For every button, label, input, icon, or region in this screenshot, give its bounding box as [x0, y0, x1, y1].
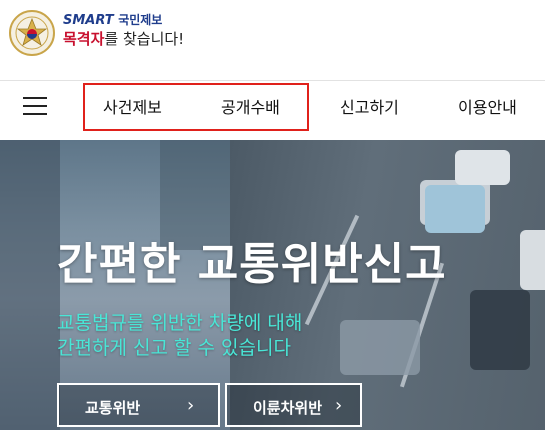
- hero-subtitle: 교통법규를 위반한 차량에 대해 간편하게 신고 할 수 있습니다: [57, 311, 302, 361]
- hero-car: [425, 185, 485, 233]
- hero-subtitle-line1: 교통법규를 위반한 차량에 대해: [57, 312, 303, 334]
- police-seal-icon[interactable]: [9, 10, 55, 56]
- hamburger-menu-icon[interactable]: [23, 97, 47, 117]
- logo-brand-text: 국민제보: [118, 13, 163, 27]
- chevron-right-icon: ›: [187, 395, 195, 416]
- traffic-violation-label: 교통위반: [85, 399, 141, 417]
- hero-title: 간편한 교통위반신고: [57, 239, 447, 290]
- hero-car: [520, 230, 545, 290]
- logo-tagline-rest: 를 찾습니다!: [104, 30, 185, 48]
- site-header: SMART 국민제보 목격자를 찾습니다!: [0, 0, 545, 80]
- logo-brand-smart: SMART: [63, 13, 114, 28]
- hero-car: [470, 290, 530, 370]
- traffic-violation-button[interactable]: 교통위반 ›: [57, 383, 220, 427]
- nav-highlight-box: [83, 83, 309, 131]
- hero-building: [0, 140, 60, 430]
- chevron-right-icon: ›: [335, 395, 343, 416]
- nav-item-report[interactable]: 신고하기: [340, 98, 399, 118]
- hero-car: [455, 150, 510, 185]
- nav-item-guide[interactable]: 이용안내: [458, 98, 517, 118]
- hero-car: [340, 320, 420, 375]
- logo-brand-line: SMART 국민제보: [63, 12, 162, 29]
- logo-tagline: 목격자를 찾습니다!: [63, 29, 184, 49]
- logo-tagline-highlight: 목격자: [63, 30, 105, 48]
- motorcycle-violation-button[interactable]: 이륜차위반 ›: [225, 383, 362, 427]
- hero-subtitle-line2: 간편하게 신고 할 수 있습니다: [57, 337, 291, 359]
- motorcycle-violation-label: 이륜차위반: [253, 399, 323, 417]
